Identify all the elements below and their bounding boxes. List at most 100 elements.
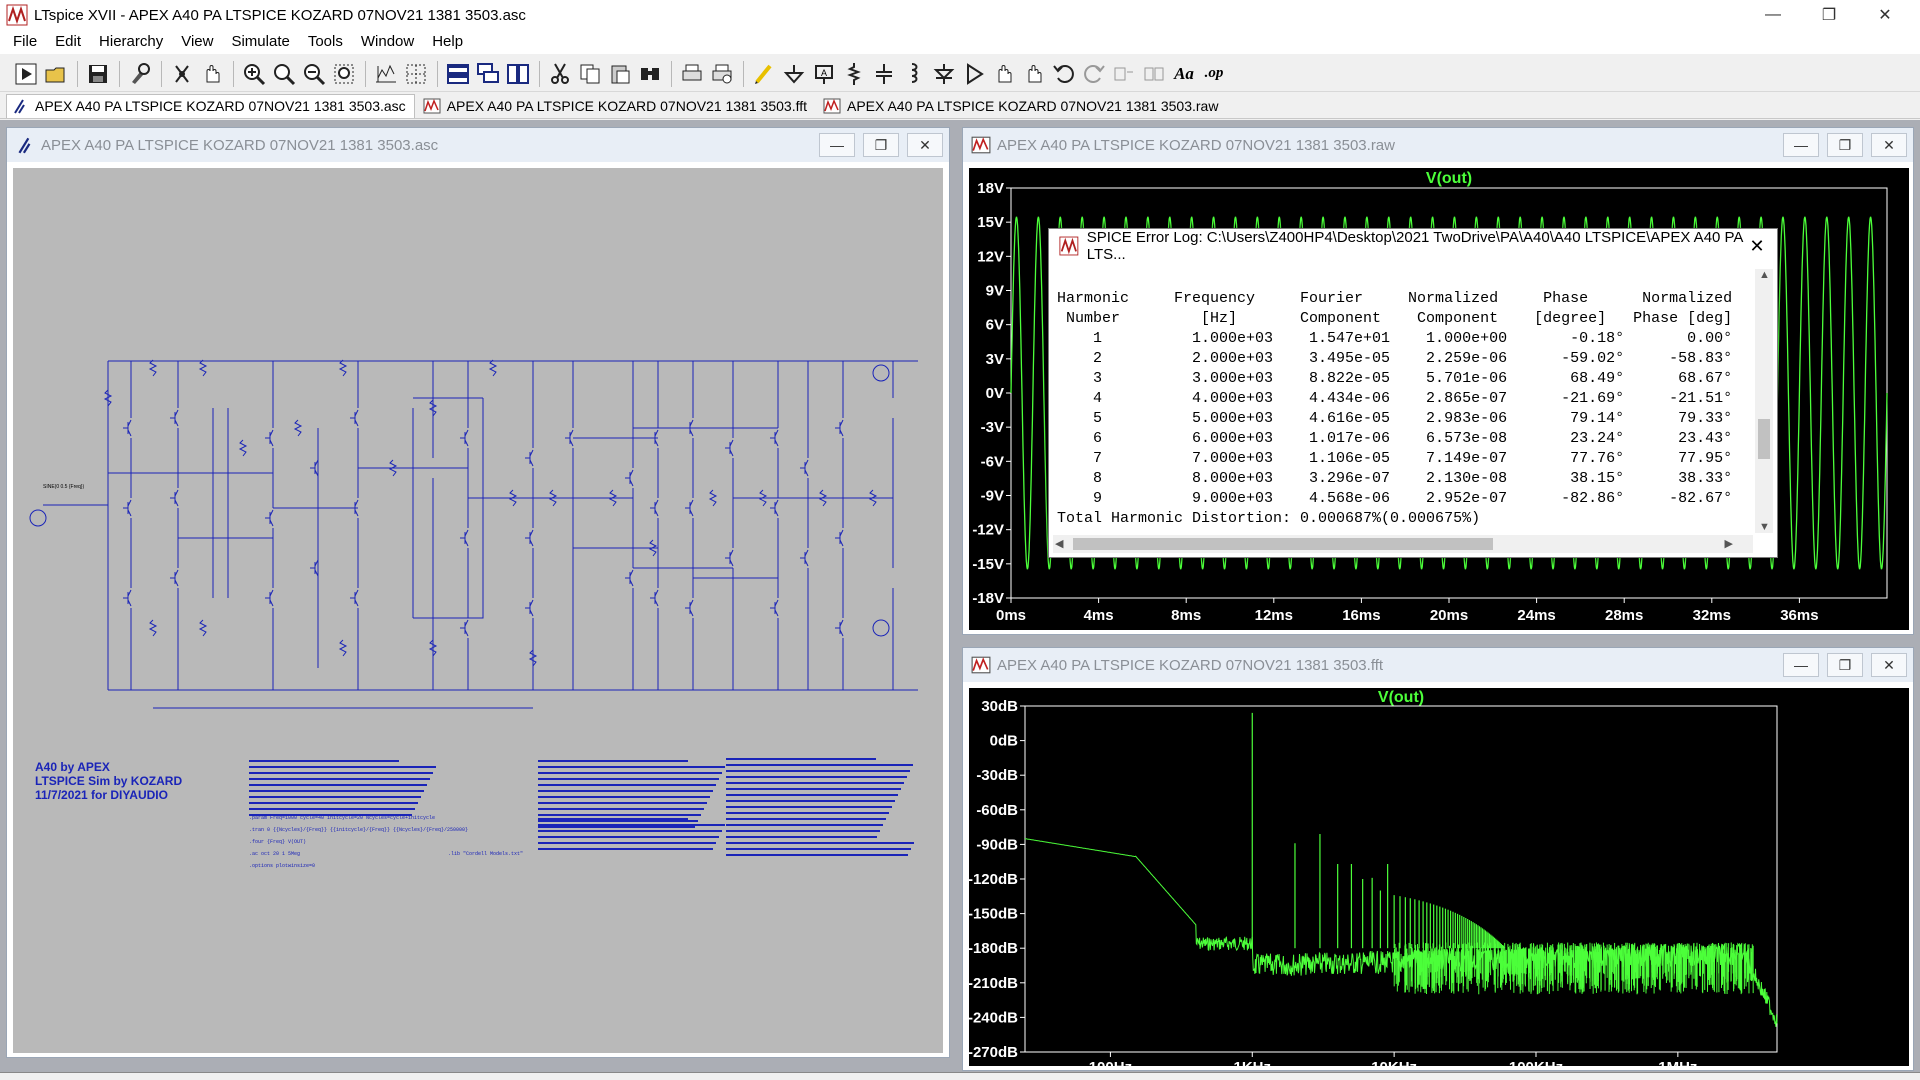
resistor-symbol[interactable] — [238, 439, 248, 457]
fft-minimize-button[interactable]: — — [1783, 653, 1819, 677]
spice-directive-button[interactable]: .op — [1200, 60, 1228, 88]
trace-title[interactable]: V(out) — [1426, 170, 1472, 187]
transistor-symbol[interactable] — [170, 409, 179, 427]
transistor-symbol[interactable] — [835, 529, 844, 547]
cut-button[interactable] — [546, 60, 574, 88]
transistor-symbol[interactable] — [685, 599, 694, 617]
transistor-symbol[interactable] — [770, 599, 779, 617]
control-panel-button[interactable] — [126, 60, 154, 88]
error-log-titlebar[interactable]: SPICE Error Log: C:\Users\Z400HP4\Deskto… — [1049, 229, 1777, 263]
tile-horizontal-button[interactable] — [444, 60, 472, 88]
fft-window[interactable]: APEX A40 PA LTSPICE KOZARD 07NOV21 1381 … — [962, 647, 1914, 1076]
transistor-symbol[interactable] — [835, 419, 844, 437]
transistor-symbol[interactable] — [123, 419, 132, 437]
transistor-symbol[interactable] — [525, 449, 534, 467]
cascade-button[interactable] — [474, 60, 502, 88]
copy-button[interactable] — [576, 60, 604, 88]
transistor-symbol[interactable] — [310, 559, 319, 577]
resistor-button[interactable] — [840, 60, 868, 88]
resistor-symbol[interactable] — [338, 639, 348, 657]
paste-button[interactable] — [606, 60, 634, 88]
menu-edit[interactable]: Edit — [46, 30, 90, 54]
pan-button[interactable] — [198, 60, 226, 88]
transistor-symbol[interactable] — [460, 529, 469, 547]
menu-tools[interactable]: Tools — [299, 30, 352, 54]
resistor-symbol[interactable] — [198, 359, 208, 377]
transistor-symbol[interactable] — [725, 549, 734, 567]
transistor-symbol[interactable] — [770, 499, 779, 517]
menu-help[interactable]: Help — [423, 30, 472, 54]
open-button[interactable] — [42, 60, 70, 88]
menu-simulate[interactable]: Simulate — [222, 30, 298, 54]
spice-error-log-dialog[interactable]: SPICE Error Log: C:\Users\Z400HP4\Deskto… — [1048, 228, 1778, 558]
scroll-right-icon[interactable]: ▶ — [1725, 537, 1733, 550]
menu-file[interactable]: File — [4, 30, 46, 54]
restore-button[interactable]: ❐ — [1806, 0, 1852, 30]
draw-wire-button[interactable] — [750, 60, 778, 88]
resistor-symbol[interactable] — [293, 419, 303, 437]
transistor-symbol[interactable] — [265, 509, 274, 527]
schematic-maximize-button[interactable]: ❐ — [863, 133, 899, 157]
waveform-close-button[interactable]: ✕ — [1871, 133, 1907, 157]
zoom-out-button[interactable] — [300, 60, 328, 88]
error-log-close-button[interactable]: ✕ — [1743, 233, 1771, 259]
transistor-symbol[interactable] — [350, 409, 359, 427]
halt-button[interactable] — [168, 60, 196, 88]
transistor-symbol[interactable] — [123, 499, 132, 517]
text-button[interactable]: Aa — [1170, 60, 1198, 88]
zoom-back-button[interactable] — [270, 60, 298, 88]
fft-plot[interactable]: V(out) 30dB 0dB -30dB -60dB -90dB -120dB -150dB… — [968, 688, 1909, 1076]
transistor-symbol[interactable] — [265, 429, 274, 447]
transistor-symbol[interactable] — [525, 599, 534, 617]
transistor-symbol[interactable] — [625, 469, 634, 487]
resistor-symbol[interactable] — [708, 489, 718, 507]
menu-window[interactable]: Window — [352, 30, 423, 54]
fft-close-button[interactable]: ✕ — [1871, 653, 1907, 677]
waveform-window-titlebar[interactable]: APEX A40 PA LTSPICE KOZARD 07NOV21 1381 … — [963, 128, 1913, 162]
move-button[interactable] — [990, 60, 1018, 88]
scroll-up-icon[interactable]: ▲ — [1759, 269, 1770, 281]
transistor-symbol[interactable] — [685, 499, 694, 517]
tile-vertical-button[interactable] — [504, 60, 532, 88]
diode-button[interactable] — [930, 60, 958, 88]
schematic-close-button[interactable]: ✕ — [907, 133, 943, 157]
transistor-symbol[interactable] — [835, 619, 844, 637]
ground-button[interactable] — [780, 60, 808, 88]
transistor-symbol[interactable] — [650, 589, 659, 607]
inductor-button[interactable] — [900, 60, 928, 88]
transistor-symbol[interactable] — [565, 429, 574, 447]
schematic-window[interactable]: APEX A40 PA LTSPICE KOZARD 07NOV21 1381 … — [6, 127, 950, 1058]
save-button[interactable] — [84, 60, 112, 88]
transistor-symbol[interactable] — [725, 439, 734, 457]
transistor-symbol[interactable] — [310, 459, 319, 477]
print-button[interactable] — [678, 60, 706, 88]
hscroll-thumb[interactable] — [1073, 538, 1493, 550]
label-net-button[interactable]: A — [810, 60, 838, 88]
resistor-symbol[interactable] — [488, 359, 498, 377]
schematic-window-titlebar[interactable]: APEX A40 PA LTSPICE KOZARD 07NOV21 1381 … — [7, 128, 949, 162]
resistor-symbol[interactable] — [148, 359, 158, 377]
redo-button[interactable] — [1080, 60, 1108, 88]
scroll-left-icon[interactable]: ◀ — [1055, 537, 1063, 550]
waveform-maximize-button[interactable]: ❐ — [1827, 133, 1863, 157]
undo-button[interactable] — [1050, 60, 1078, 88]
tab-raw[interactable]: APEX A40 PA LTSPICE KOZARD 07NOV21 1381 … — [819, 94, 1226, 118]
drag-button[interactable] — [1020, 60, 1048, 88]
tab-fft[interactable]: APEX A40 PA LTSPICE KOZARD 07NOV21 1381 … — [419, 94, 815, 118]
waveform-minimize-button[interactable]: — — [1783, 133, 1819, 157]
transistor-symbol[interactable] — [170, 489, 179, 507]
schematic-minimize-button[interactable]: — — [819, 133, 855, 157]
transistor-symbol[interactable] — [350, 589, 359, 607]
scroll-thumb[interactable] — [1758, 419, 1770, 459]
transistor-symbol[interactable] — [525, 529, 534, 547]
error-log-horizontal-scrollbar[interactable]: ◀ ▶ — [1053, 535, 1753, 553]
zoom-in-button[interactable] — [240, 60, 268, 88]
close-button[interactable]: ✕ — [1862, 0, 1908, 30]
rotate-button[interactable] — [1110, 60, 1138, 88]
fft-noise-trace[interactable] — [1024, 838, 1778, 1027]
transistor-symbol[interactable] — [770, 429, 779, 447]
error-log-content[interactable]: Harmonic Frequency Fourier Normalized Ph… — [1053, 269, 1751, 529]
fft-window-titlebar[interactable]: APEX A40 PA LTSPICE KOZARD 07NOV21 1381 … — [963, 648, 1913, 682]
mirror-button[interactable] — [1140, 60, 1168, 88]
schematic-canvas[interactable]: SINE(0 0.5 {Freq}) A40 by APEX LTSPICE S… — [13, 168, 943, 1053]
